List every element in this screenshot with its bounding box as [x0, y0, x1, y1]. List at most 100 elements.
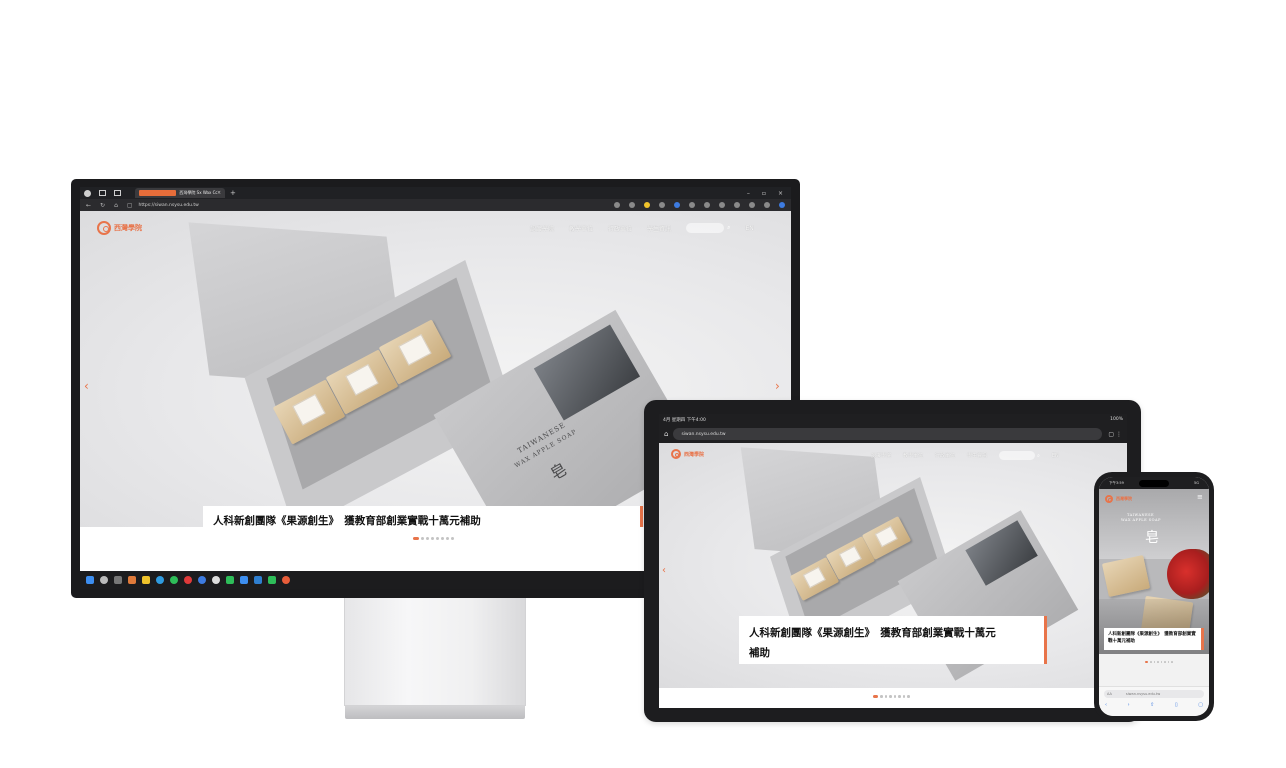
phone-url-field[interactable]: AA siwan.nsysu.edu.tw: [1104, 690, 1204, 698]
tab-title: 西灣學院 Sx Wax College | 國立: [179, 190, 216, 195]
history-icon[interactable]: [719, 202, 725, 208]
tablet-nav-item-student[interactable]: 學生資訊: [967, 452, 987, 459]
logo-mark-icon: [97, 221, 111, 235]
task-view-icon[interactable]: [114, 576, 122, 584]
next-slide-arrow[interactable]: ›: [775, 379, 780, 393]
app-icon-5[interactable]: [240, 576, 248, 584]
maximize-button[interactable]: ▫: [762, 190, 766, 197]
read-aloud-icon[interactable]: [614, 202, 620, 208]
url-field[interactable]: https://siwan.nsysu.edu.tw: [139, 203, 199, 208]
nav-item-admin[interactable]: 行政單位: [608, 224, 632, 233]
tablet-address-bar: ⌂ siwan.nsysu.edu.tw ▢ ⋮: [659, 425, 1127, 443]
tablet-nav-item-about[interactable]: 認識學院: [871, 452, 891, 459]
minimize-button[interactable]: –: [747, 190, 750, 197]
phone-device: 下午3:59 5G TAIWANESE WAX APPLE SOAP 皂 西灣學…: [1094, 472, 1214, 721]
phone-tabs-icon[interactable]: ▢: [1198, 702, 1203, 708]
favorite-star-icon[interactable]: [644, 202, 650, 208]
monitor-stand: [344, 598, 526, 706]
extension-3-icon[interactable]: [704, 202, 710, 208]
tablet-screen: 4月 星期四 下午4:00 100% ⌂ siwan.nsysu.edu.tw …: [659, 414, 1127, 708]
phone-share-icon[interactable]: ⇧: [1150, 702, 1154, 708]
slide-dot-1[interactable]: [413, 537, 419, 540]
phone-hero-caption[interactable]: 人科新創團隊《果源創生》 獲教育部創業實戰十萬元補助: [1104, 628, 1204, 650]
slide-dot-5[interactable]: [436, 537, 439, 540]
start-icon[interactable]: [86, 576, 94, 584]
slide-dot-3[interactable]: [426, 537, 429, 540]
copilot-icon[interactable]: [779, 202, 785, 208]
main-nav: 認識學院 教學單位 行政單位 學生資訊 ⌕ EN: [530, 223, 754, 233]
tablet-tabs-icon[interactable]: ▢ ⋮: [1108, 431, 1122, 438]
app-icon-3[interactable]: [198, 576, 206, 584]
slide-dot-8[interactable]: [451, 537, 454, 540]
refresh-icon[interactable]: ↻: [100, 202, 105, 209]
extension-2-icon[interactable]: [689, 202, 695, 208]
tab-close-icon[interactable]: ×: [217, 190, 221, 196]
phone-back-icon[interactable]: ‹: [1105, 702, 1107, 708]
nav-item-about[interactable]: 認識學院: [530, 224, 554, 233]
edge-icon[interactable]: [156, 576, 164, 584]
back-icon[interactable]: ←: [86, 202, 91, 209]
new-tab-button[interactable]: +: [230, 189, 236, 197]
slide-dot-4[interactable]: [431, 537, 434, 540]
tab-actions-icon[interactable]: [114, 190, 121, 196]
file-explorer-icon[interactable]: [142, 576, 150, 584]
tablet-hero-caption[interactable]: 人科新創團隊《果源創生》 獲教育部創業實戰十萬元 補助: [739, 616, 1047, 664]
slide-dots: [413, 537, 454, 540]
nav-item-academic[interactable]: 教學單位: [569, 224, 593, 233]
collections-icon[interactable]: [749, 202, 755, 208]
search-input[interactable]: [686, 223, 725, 233]
extension-icon[interactable]: [659, 202, 665, 208]
phone-forward-icon[interactable]: ›: [1128, 702, 1130, 708]
profile-icon[interactable]: [84, 189, 91, 197]
vscode-icon[interactable]: [254, 576, 262, 584]
phone-aa-button[interactable]: AA: [1107, 692, 1112, 696]
more-icon[interactable]: [764, 202, 770, 208]
phone-sleeve-char: 皂: [1145, 530, 1159, 546]
phone-bookmarks-icon[interactable]: ▯: [1175, 702, 1178, 708]
tablet-device: 4月 星期四 下午4:00 100% ⌂ siwan.nsysu.edu.tw …: [644, 400, 1141, 722]
tablet-nav-item-admin[interactable]: 行政單位: [935, 452, 955, 459]
favicon-icon: [139, 190, 177, 196]
tablet-nav-item-academic[interactable]: 教學單位: [903, 452, 923, 459]
lang-switch[interactable]: EN: [745, 225, 753, 232]
tablet-prev-slide-arrow[interactable]: ‹: [662, 565, 666, 576]
prev-slide-arrow[interactable]: ‹: [84, 379, 89, 393]
site-logo[interactable]: 西灣學院: [97, 221, 142, 235]
nav-item-student[interactable]: 學生資訊: [647, 224, 671, 233]
phone-site-logo[interactable]: 西灣學院: [1105, 495, 1132, 503]
line-icon[interactable]: [170, 576, 178, 584]
tablet-slider-footer: [659, 688, 1127, 708]
wechat-icon[interactable]: [226, 576, 234, 584]
browser-tab[interactable]: 西灣學院 Sx Wax College | 國立 ×: [135, 188, 225, 198]
slide-dot-7[interactable]: [446, 537, 449, 540]
search-icon[interactable]: ⌕: [727, 224, 730, 232]
home-icon[interactable]: ⌂: [114, 202, 118, 209]
tablet-search-input[interactable]: [999, 451, 1036, 460]
window-controls: – ▫ ×: [747, 190, 791, 197]
slide-dot-2[interactable]: [421, 537, 424, 540]
phone-menu-icon[interactable]: ≡: [1197, 493, 1203, 501]
extension-icons: [614, 202, 791, 208]
phone-status-time: 下午3:59: [1109, 480, 1124, 485]
workspaces-icon[interactable]: [99, 190, 106, 196]
monitor-stand-base: [345, 706, 525, 719]
tablet-site-logo[interactable]: 西灣學院: [671, 449, 704, 459]
tablet-home-icon[interactable]: ⌂: [664, 430, 668, 438]
taskbar-search-icon[interactable]: [100, 576, 108, 584]
translate-icon[interactable]: [629, 202, 635, 208]
device-mockup: 西灣學院 Sx Wax College | 國立 × + – ▫ × ← ↻ ⌂…: [0, 0, 1286, 768]
app-icon-1[interactable]: [128, 576, 136, 584]
tablet-lang-switch[interactable]: EN: [1052, 453, 1059, 459]
app-icon-6[interactable]: [268, 576, 276, 584]
app-icon-7[interactable]: [282, 576, 290, 584]
tablet-url-field[interactable]: siwan.nsysu.edu.tw: [673, 428, 1103, 440]
slide-dot-6[interactable]: [441, 537, 444, 540]
tablet-battery: 100%: [1110, 417, 1123, 422]
extension-blue-icon[interactable]: [674, 202, 680, 208]
app-icon-4[interactable]: [212, 576, 220, 584]
close-window-button[interactable]: ×: [778, 190, 783, 197]
app-icon-2[interactable]: [184, 576, 192, 584]
phone-screen: 下午3:59 5G TAIWANESE WAX APPLE SOAP 皂 西灣學…: [1099, 477, 1209, 716]
tablet-search-icon[interactable]: ⌕: [1037, 453, 1040, 459]
download-icon[interactable]: [734, 202, 740, 208]
